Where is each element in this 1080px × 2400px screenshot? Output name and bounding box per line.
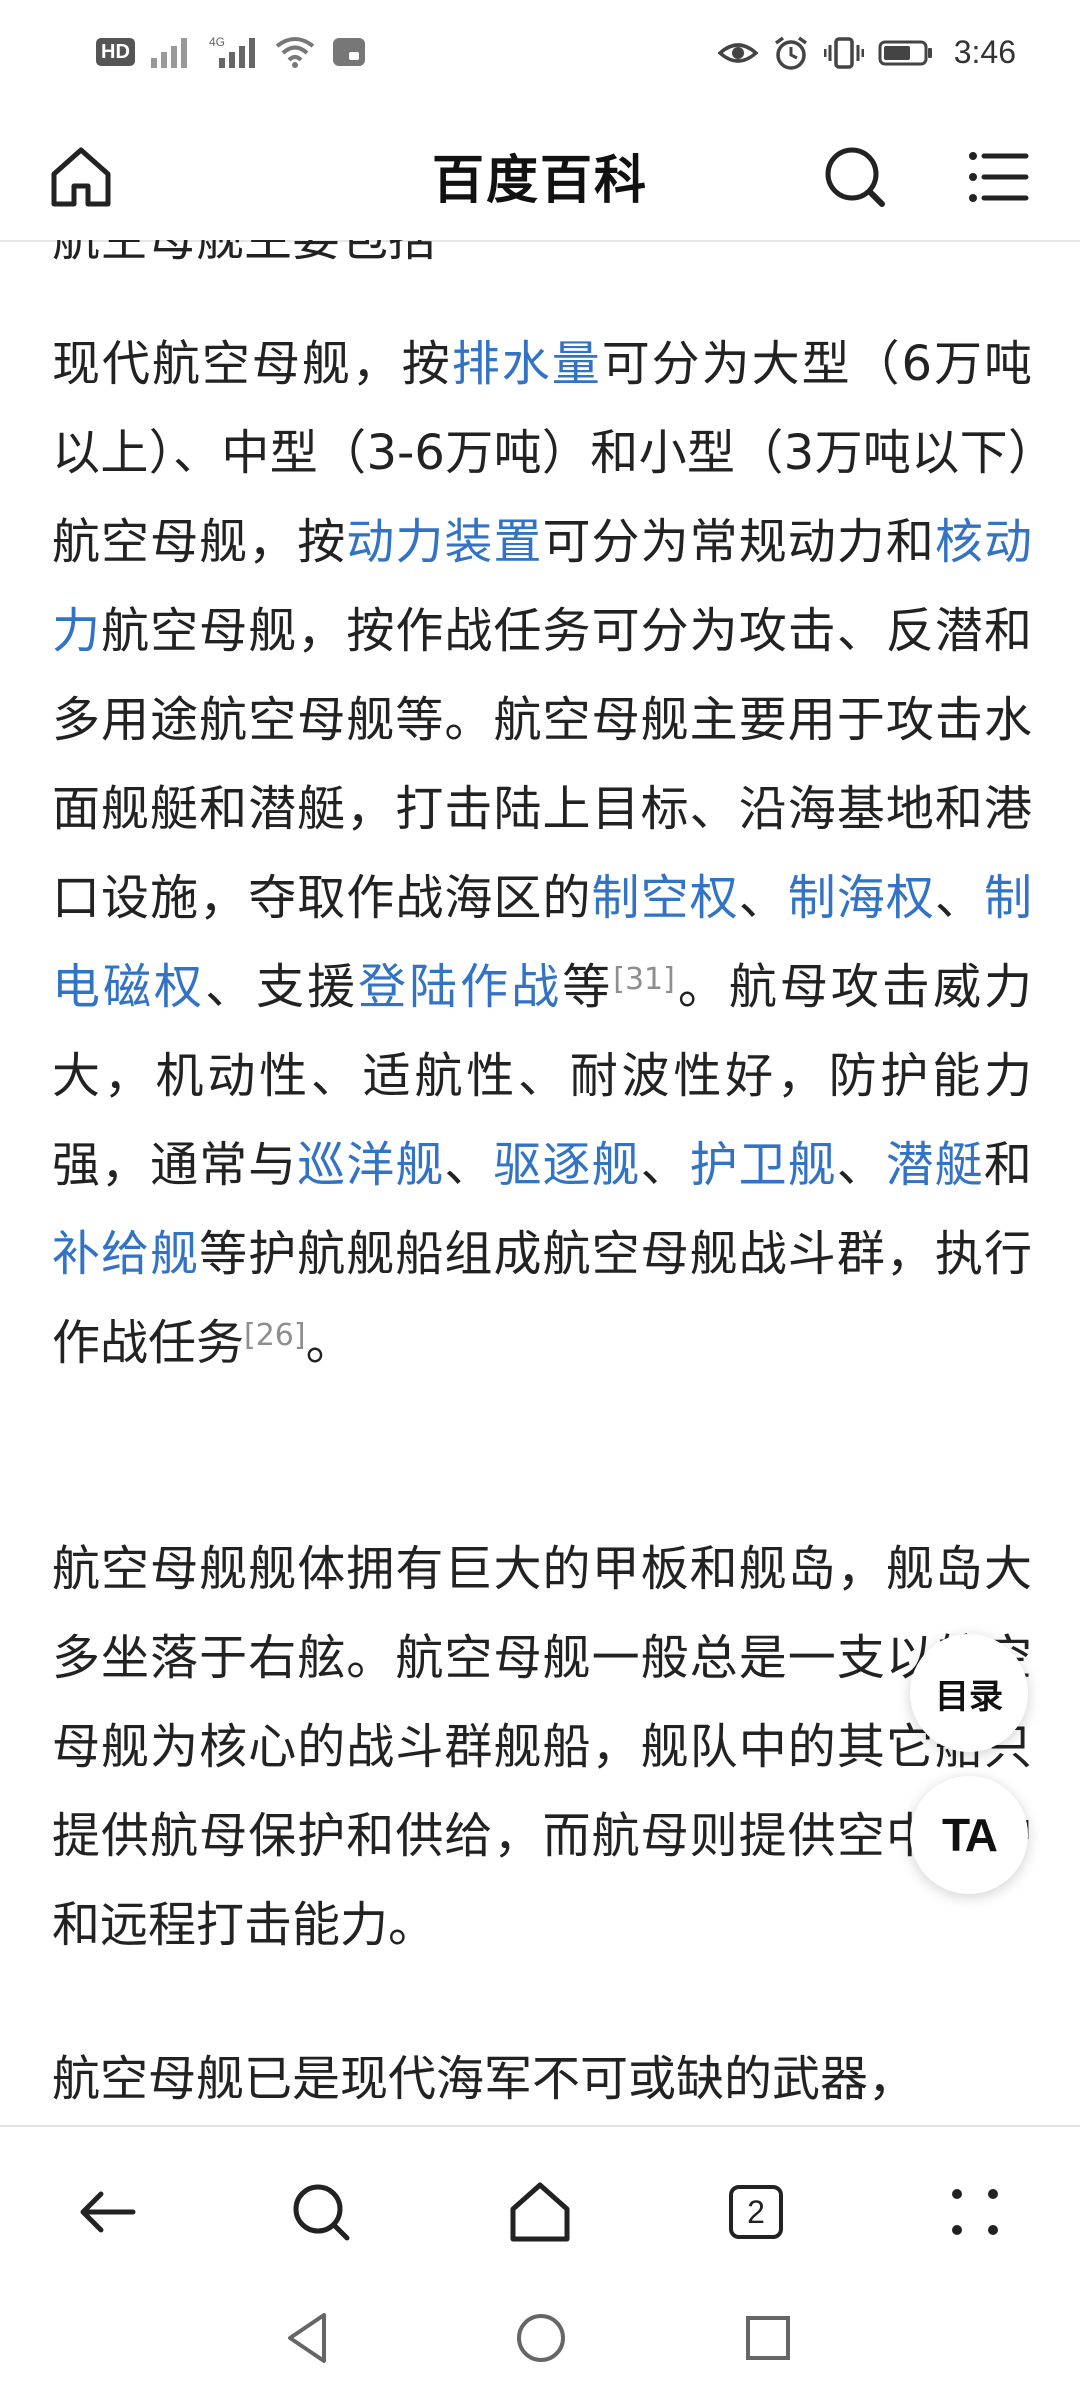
article-link[interactable]: 制海权 (788, 870, 935, 926)
article-link[interactable]: 排水量 (452, 336, 602, 392)
paragraph-text: 可分为常规动力和 (542, 514, 935, 570)
status-right: 3:46 (717, 34, 1016, 71)
paragraph: 航空母舰已是现代海军不可或缺的武器， (52, 2035, 1032, 2124)
dots-grid-icon (952, 2189, 998, 2235)
system-nav-bar (0, 2285, 1080, 2400)
tab-count: 2 (729, 2185, 783, 2239)
battery-icon (878, 35, 934, 71)
article-link[interactable]: 护卫舰 (690, 1137, 837, 1193)
article-link[interactable]: 登陆作战 (358, 959, 562, 1015)
search-icon (825, 147, 885, 207)
article-link[interactable]: 补给舰 (52, 1226, 199, 1282)
eye-icon (717, 35, 758, 71)
paragraph-text: 、 (738, 870, 788, 926)
wifi-icon (273, 34, 317, 70)
paragraph-text: 、 (640, 1137, 690, 1193)
status-bar: HD 4G 3:46 (0, 0, 1080, 108)
more-button[interactable] (940, 2177, 1010, 2247)
paragraph-text: 等护航舰船组成航空母舰战斗群，执行作战任务 (52, 1226, 1032, 1371)
paragraph-text: 航空母舰已是现代海军不可或缺的武器， (52, 2051, 917, 2107)
paragraph-text: 、 (934, 870, 984, 926)
svg-text:4G: 4G (209, 35, 225, 49)
toolbar-search-button[interactable] (286, 2177, 356, 2247)
partial-text-line: 航空母舰主要包括 (52, 240, 1032, 284)
article-link[interactable]: 动力装置 (346, 514, 542, 570)
back-button[interactable] (72, 2177, 142, 2247)
nav-recents-button[interactable] (737, 2307, 799, 2369)
paragraph-text: 和 (983, 1137, 1032, 1193)
reference-mark[interactable]: [31] (613, 962, 675, 997)
triangle-back-icon (288, 2313, 326, 2363)
signal-4g-icon: 4G (209, 34, 259, 70)
reference-mark[interactable]: [26] (244, 1318, 306, 1353)
article-link[interactable]: 驱逐舰 (493, 1137, 640, 1193)
paragraph: 航空母舰舰体拥有巨大的甲板和舰岛，舰岛大多坐落于右舷。航空母舰一般总是一支以航空… (52, 1525, 1032, 1970)
home-icon (510, 2182, 570, 2242)
status-time: 3:46 (953, 34, 1016, 70)
paragraph-text: 等 (562, 959, 614, 1015)
notification-icon (331, 34, 367, 70)
paragraph-text: 航空母舰舰体拥有巨大的甲板和舰岛，舰岛大多坐落于右舷。航空母舰一般总是一支以航空… (52, 1541, 1032, 1953)
status-left: HD 4G (96, 34, 367, 70)
paragraph-text: 现代航空母舰，按 (52, 336, 452, 392)
back-arrow-icon (80, 2191, 136, 2233)
article-link[interactable]: 制空权 (592, 870, 739, 926)
article-link[interactable]: 潜艇 (886, 1137, 984, 1193)
square-recents-icon (746, 2316, 790, 2360)
font-size-button[interactable]: TA (910, 1776, 1028, 1894)
paragraph-text: 。 (305, 1315, 354, 1371)
hd-badge: HD (96, 38, 135, 66)
toolbar-home-button[interactable] (505, 2177, 575, 2247)
alarm-icon (772, 35, 810, 71)
browser-toolbar: 2 (0, 2125, 1080, 2287)
paragraph: 现代航空母舰，按排水量可分为大型（6万吨以上）、中型（3-6万吨）和小型（3万吨… (52, 320, 1032, 1388)
search-button[interactable] (822, 144, 888, 210)
paragraph-text: 、支援 (205, 959, 359, 1015)
toc-label: 目录 (935, 1676, 1003, 1717)
paragraph-text: 、 (444, 1137, 494, 1193)
nav-home-button[interactable] (510, 2307, 572, 2369)
nav-back-button[interactable] (278, 2307, 340, 2369)
vibrate-icon (823, 35, 864, 71)
toc-button[interactable]: 目录 (910, 1634, 1028, 1752)
menu-button[interactable] (968, 146, 1030, 208)
circle-home-icon (517, 2314, 565, 2362)
menu-icon (969, 152, 1029, 202)
tabs-button[interactable]: 2 (721, 2177, 791, 2247)
font-size-label: TA (942, 1809, 998, 1861)
search-icon (293, 2184, 350, 2241)
page-title: 百度百科 (431, 151, 648, 211)
app-header: 百度百科 (0, 108, 1080, 242)
paragraph-text: 、 (836, 1137, 886, 1193)
signal-icon (149, 34, 195, 70)
article-link[interactable]: 巡洋舰 (297, 1137, 444, 1193)
